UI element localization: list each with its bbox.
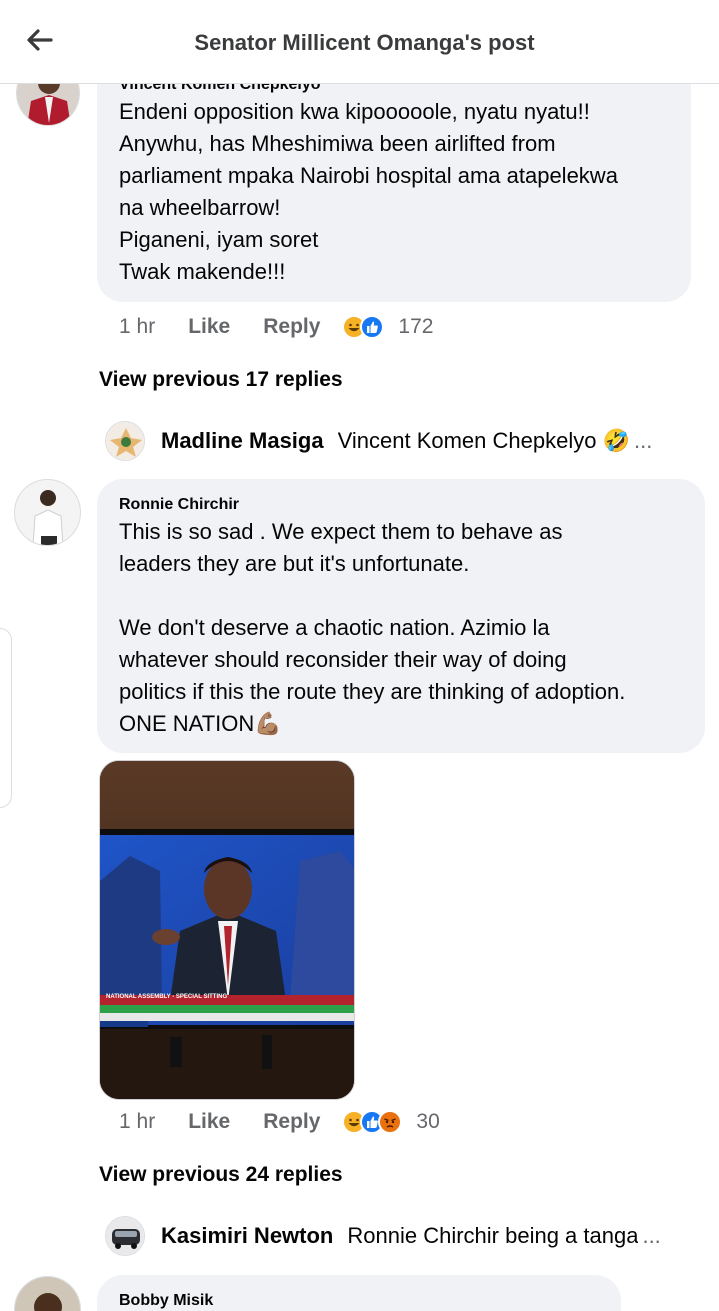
comment-photo[interactable]: NATIONAL ASSEMBLY - SPECIAL SITTING xyxy=(99,760,355,1100)
top-bar: Senator Millicent Omanga's post xyxy=(0,0,719,84)
angry-reaction-icon xyxy=(378,1110,403,1134)
comment-actions: 1 hr Like Reply 30 xyxy=(119,1110,440,1134)
reply-button[interactable]: Reply xyxy=(263,315,320,339)
page-title: Senator Millicent Omanga's post xyxy=(194,30,535,55)
view-previous-replies-link[interactable]: View previous 17 replies xyxy=(99,368,343,392)
reaction-count: 172 xyxy=(398,315,434,338)
reply-author[interactable]: Kasimiri Newton xyxy=(161,1223,333,1249)
like-button[interactable]: Like xyxy=(188,1110,230,1134)
reactions-summary[interactable] xyxy=(342,315,385,339)
avatar[interactable] xyxy=(105,1216,145,1256)
side-handle[interactable] xyxy=(0,628,12,808)
comment-author[interactable]: Bobby Misik xyxy=(119,1292,213,1310)
reply-text: Ronnie Chirchir being a tanga xyxy=(347,1223,639,1248)
reply-text: Vincent Komen Chepkelyo 🤣 xyxy=(337,428,630,453)
comment-text: This is so sad . We expect them to behav… xyxy=(119,519,626,736)
comment-author[interactable]: Ronnie Chirchir xyxy=(119,496,239,514)
reply-button[interactable]: Reply xyxy=(263,1110,320,1134)
latest-reply-preview[interactable]: Kasimiri Newton Ronnie Chirchir being a … xyxy=(105,1216,705,1256)
comment-bubble[interactable]: Bobby Misik xyxy=(97,1275,621,1311)
avatar[interactable] xyxy=(14,479,81,546)
comment-time[interactable]: 1 hr xyxy=(119,1110,155,1134)
avatar[interactable] xyxy=(14,1276,81,1311)
reply-author[interactable]: Madline Masiga xyxy=(161,428,324,454)
view-previous-replies-link[interactable]: View previous 24 replies xyxy=(99,1163,343,1187)
like-button[interactable]: Like xyxy=(188,315,230,339)
comment-actions: 1 hr Like Reply 172 xyxy=(119,315,433,339)
comment-text: Endeni opposition kwa kipooooole, nyatu … xyxy=(119,99,618,284)
reaction-count: 30 xyxy=(416,1110,440,1133)
like-reaction-icon xyxy=(360,315,385,339)
latest-reply-preview[interactable]: Madline Masiga Vincent Komen Chepkelyo 🤣… xyxy=(105,421,705,461)
comment-time[interactable]: 1 hr xyxy=(119,315,155,339)
truncation-ellipsis: ... xyxy=(642,1223,661,1248)
avatar[interactable] xyxy=(105,421,145,461)
comment-bubble[interactable]: Vincent Komen Chepkelyo Endeni oppositio… xyxy=(97,62,691,302)
reactions-summary[interactable] xyxy=(342,1110,403,1134)
tv-caption: NATIONAL ASSEMBLY - SPECIAL SITTING xyxy=(106,994,228,1000)
comment-bubble[interactable]: Ronnie Chirchir This is so sad . We expe… xyxy=(97,479,705,753)
truncation-ellipsis: ... xyxy=(633,428,653,453)
